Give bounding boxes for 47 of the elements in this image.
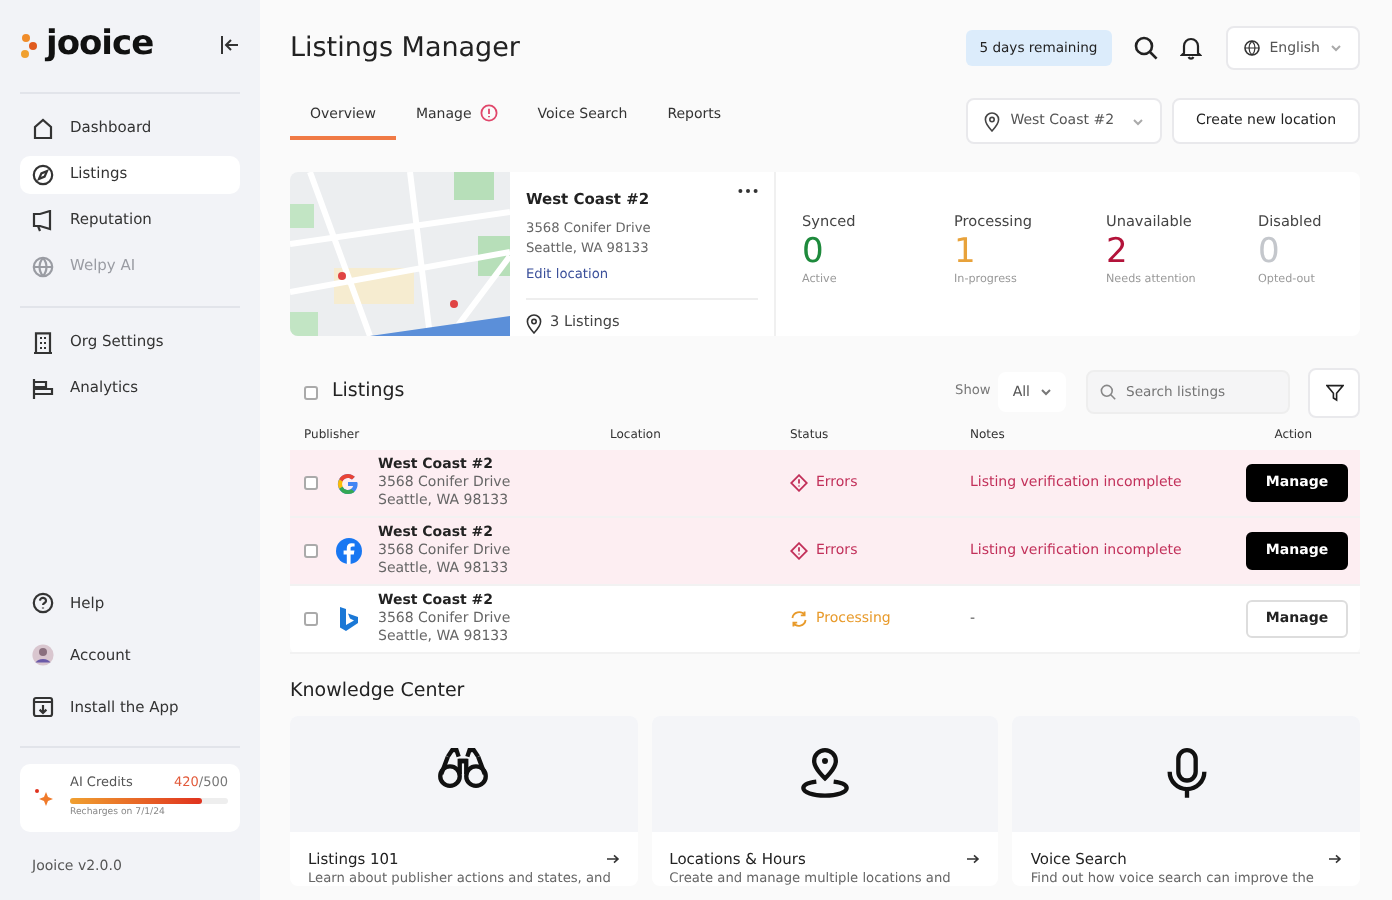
section-title: Knowledge Center: [290, 678, 467, 706]
stat-value: 1: [954, 233, 978, 272]
bing-logo: [338, 606, 358, 632]
refresh-icon: [790, 610, 808, 628]
select-all-checkbox[interactable]: [304, 385, 318, 399]
stat-value: 0: [1258, 233, 1282, 272]
globe-icon: [32, 255, 54, 277]
download-app-icon: [32, 696, 54, 719]
stat-value: 2: [1106, 233, 1130, 272]
stat-value: 0: [802, 233, 826, 272]
chevron-down-icon: [1040, 388, 1052, 396]
more-icon[interactable]: [738, 188, 758, 194]
building-icon: [32, 331, 54, 353]
chevron-down-icon: [1330, 44, 1342, 52]
alert-icon: [479, 104, 498, 123]
compass-icon: [32, 163, 54, 185]
warning-diamond-icon: [790, 542, 808, 560]
bell-icon[interactable]: [1179, 36, 1202, 60]
sparkle-icon: [32, 786, 54, 809]
row-checkbox[interactable]: [304, 476, 318, 490]
arrow-right-icon: [1328, 854, 1342, 865]
row-checkbox[interactable]: [304, 544, 318, 558]
analytics-icon: [32, 377, 54, 399]
arrow-right-icon: [966, 854, 981, 865]
location-pin-icon: [984, 111, 1001, 131]
facebook-logo: [335, 538, 361, 564]
page-title: Listings Manager: [290, 31, 520, 65]
help-icon: [32, 592, 54, 615]
search-icon[interactable]: [1133, 36, 1158, 60]
warning-diamond-icon: [790, 474, 808, 492]
avatar-icon: [32, 644, 54, 667]
google-logo: [336, 471, 360, 495]
chevron-down-icon: [1132, 117, 1145, 125]
search-icon: [1100, 384, 1116, 400]
megaphone-icon: [32, 209, 54, 231]
filter-icon: [1325, 383, 1343, 401]
globe-icon: [1243, 40, 1260, 56]
row-checkbox[interactable]: [304, 612, 318, 626]
logo-icon: [20, 31, 38, 60]
location-pin-icon: [526, 313, 542, 333]
collapse-sidebar-icon[interactable]: [220, 36, 240, 55]
section-title: Listings: [332, 377, 405, 406]
arrow-right-icon: [605, 854, 620, 865]
location-pin-icon: [797, 748, 852, 801]
filter-button[interactable]: [1308, 367, 1360, 417]
logo: jooice: [46, 22, 154, 68]
home-icon: [32, 117, 54, 139]
